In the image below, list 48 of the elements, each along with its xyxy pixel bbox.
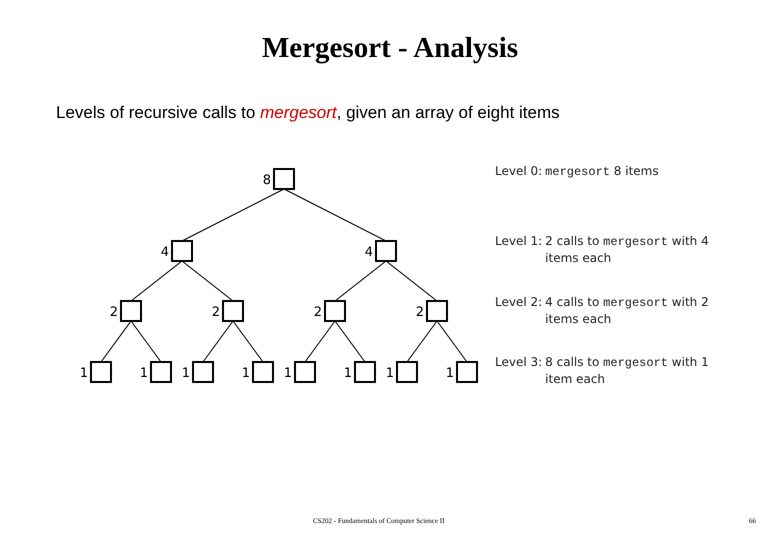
tree-node [375, 240, 397, 262]
tree-node [150, 361, 172, 383]
level-description: Level 0: mergesort 8 items [495, 163, 659, 180]
node-count: 8 [262, 173, 271, 188]
tree-edge [334, 320, 366, 362]
node-count: 1 [344, 366, 352, 381]
node-count: 1 [80, 366, 88, 381]
node-count: 2 [212, 305, 220, 320]
tree-edge [334, 260, 386, 302]
tree-edge [100, 320, 132, 362]
node-count: 1 [284, 366, 292, 381]
tree-node [354, 361, 376, 383]
tree-node [273, 168, 295, 190]
node-count: 4 [160, 245, 169, 260]
tree-node [120, 300, 142, 322]
node-count: 1 [182, 366, 190, 381]
tree-node [456, 361, 478, 383]
tree-edge [386, 260, 438, 302]
level-description: Level 1: 2 calls to mergesort with 4 items each [495, 233, 709, 266]
tree-node [294, 361, 316, 383]
node-count: 4 [364, 245, 373, 260]
level-description: Level 3: 8 calls to mergesort with 1 item each [495, 354, 709, 387]
level-description: Level 2: 4 calls to mergesort with 2 items each [495, 294, 709, 327]
tree-node [252, 361, 274, 383]
tree-node [222, 300, 244, 322]
tree-edge [130, 320, 162, 362]
tree-edge [130, 260, 182, 302]
node-count: 2 [416, 305, 424, 320]
tree-edge [202, 320, 234, 362]
tree-node [171, 240, 193, 262]
tree-edge [436, 320, 468, 362]
tree-edge [182, 260, 234, 302]
node-count: 1 [446, 366, 454, 381]
slide-subtitle: Levels of recursive calls to mergesort, given an array of eight items [56, 103, 560, 123]
node-count: 1 [242, 366, 250, 381]
tree-edge [304, 320, 336, 362]
tree-node [90, 361, 112, 383]
node-count: 1 [386, 366, 394, 381]
node-count: 1 [140, 366, 148, 381]
node-count: 2 [314, 305, 322, 320]
node-count: 2 [110, 305, 118, 320]
slide-title: Mergesort - Analysis [262, 32, 518, 65]
tree-node [426, 300, 448, 322]
tree-node [192, 361, 214, 383]
tree-node [396, 361, 418, 383]
tree-edge [232, 320, 264, 362]
tree-edge [406, 320, 438, 362]
tree-node [324, 300, 346, 322]
